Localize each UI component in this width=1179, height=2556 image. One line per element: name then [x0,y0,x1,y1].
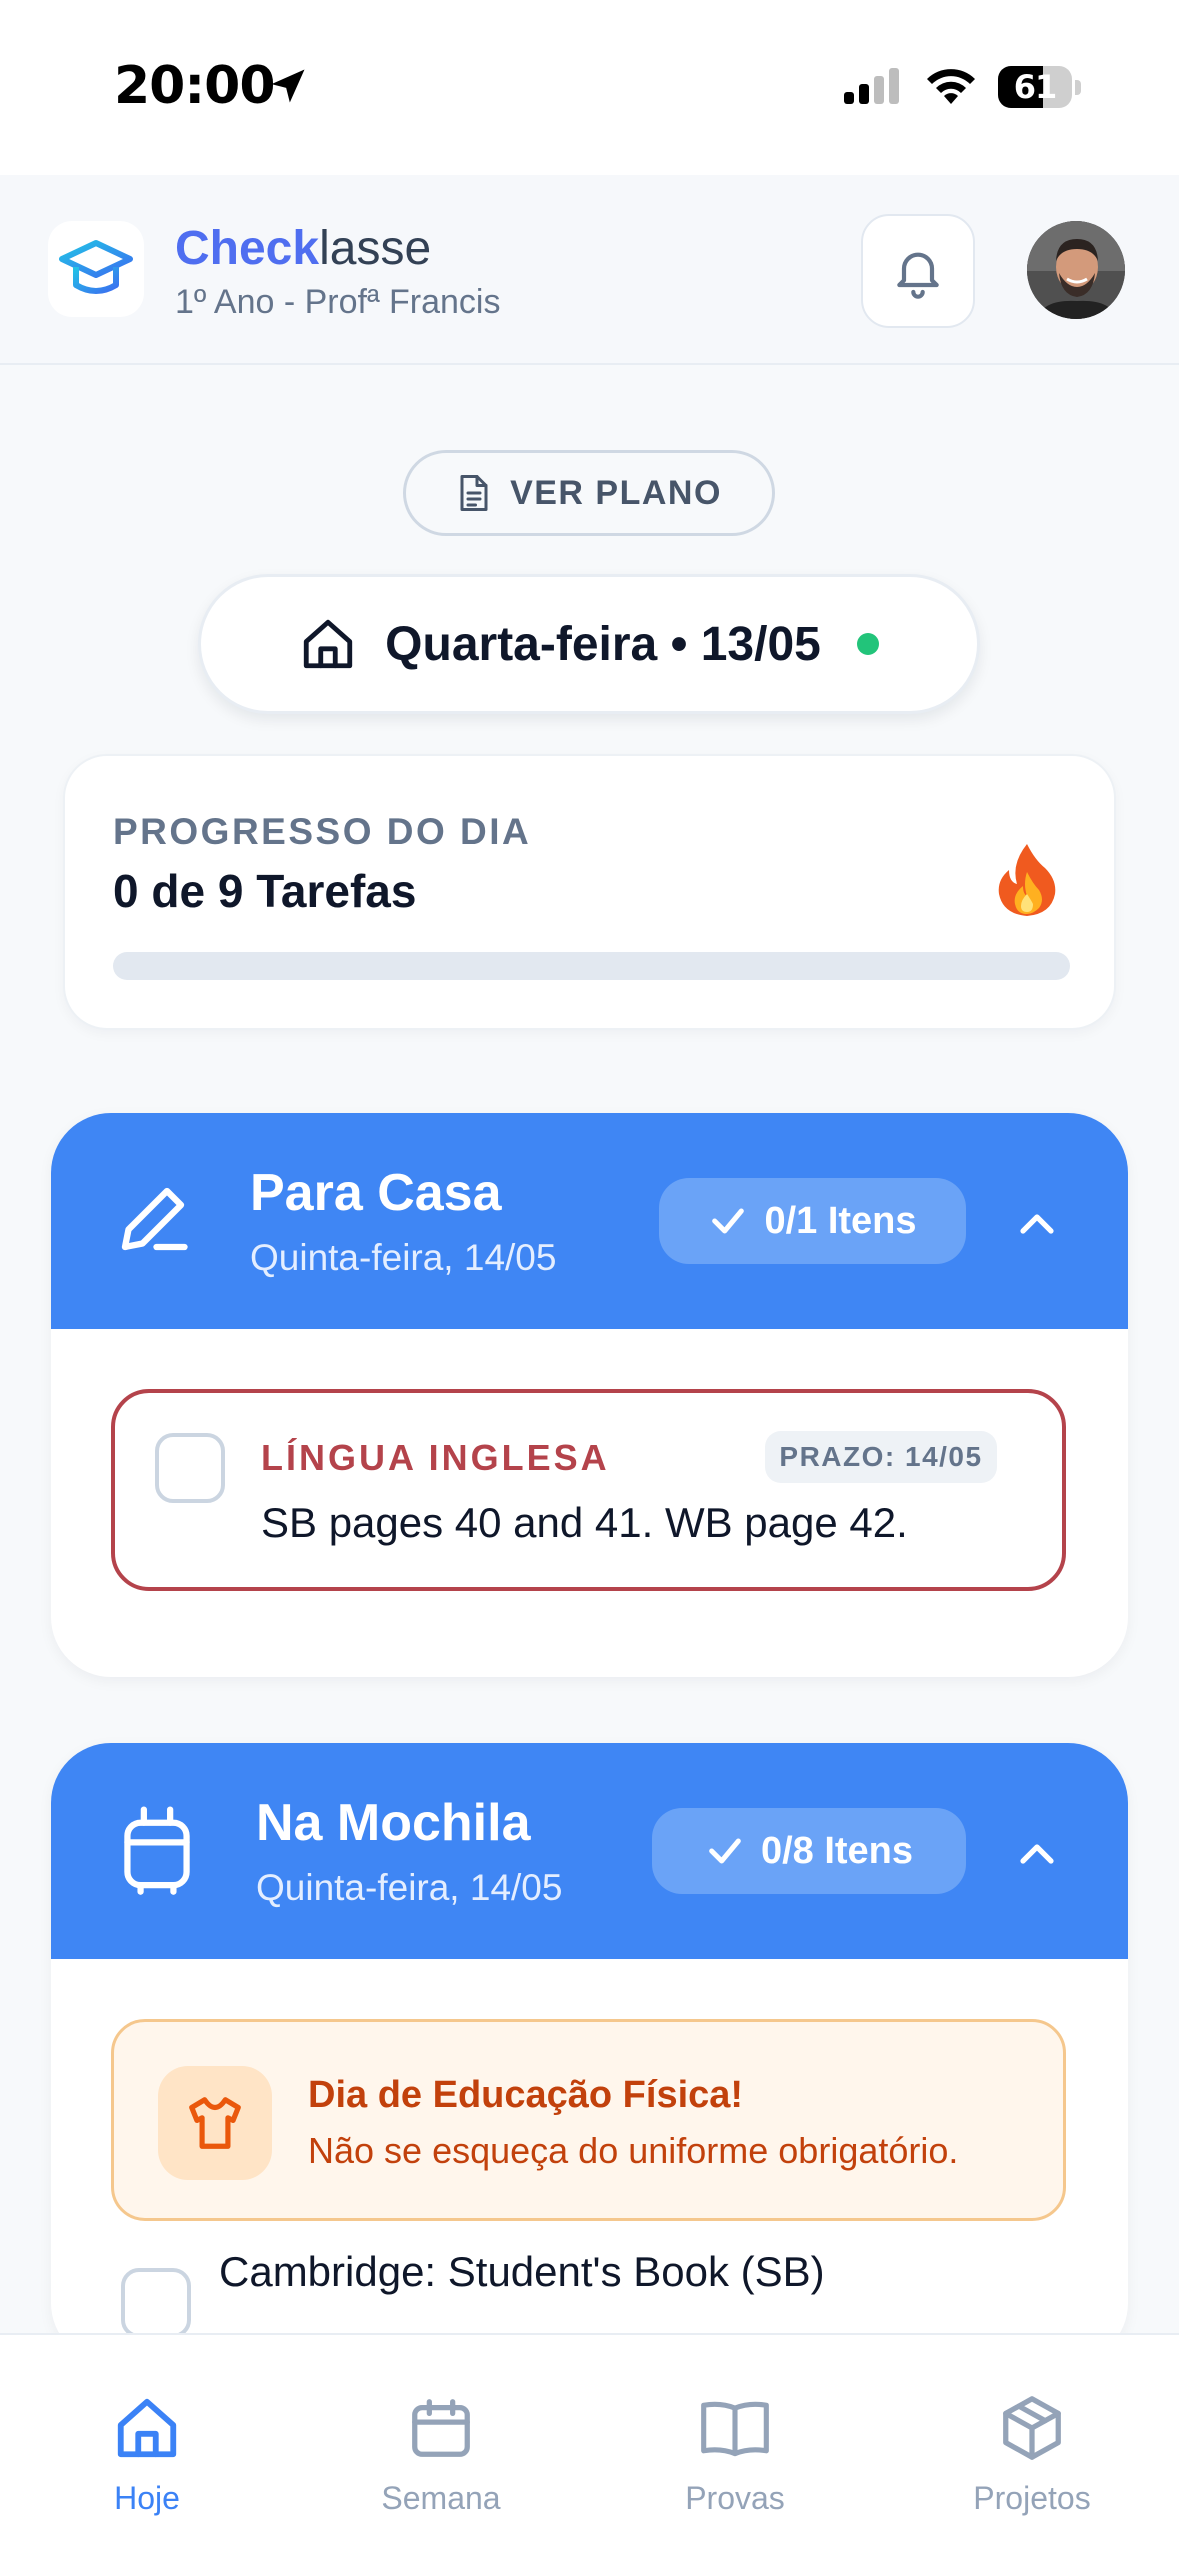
daily-progress-card: PROGRESSO DO DIA 0 de 9 Tarefas [63,754,1116,1030]
items-count-badge: 0/1 Itens [659,1178,966,1264]
nav-item-semana[interactable]: Semana [294,2335,588,2556]
app-brand: Checklasse [175,221,431,276]
item-checkbox[interactable] [121,2268,191,2338]
progress-label: PROGRESSO DO DIA [113,811,532,852]
home-icon [112,2388,182,2468]
bottom-nav: Hoje Semana Provas Projetos [0,2333,1179,2556]
status-time: 20:00 [114,56,276,116]
wifi-icon [924,64,978,111]
nav-item-projetos[interactable]: Projetos [885,2335,1179,2556]
section-subtitle: Quinta-feira, 14/05 [256,1867,563,1908]
task-subject: LÍNGUA INGLESA [261,1437,610,1478]
check-icon [709,1838,741,1864]
status-bar: 20:00 61 [0,0,1179,175]
nav-label: Provas [685,2480,785,2516]
section-subtitle: Quinta-feira, 14/05 [250,1237,557,1278]
section-title: Na Mochila [256,1794,531,1852]
task-due-badge: PRAZO: 14/05 [765,1431,997,1483]
user-avatar[interactable] [1027,221,1125,319]
document-icon [460,475,488,511]
class-subtitle: 1º Ano - Profª Francis [175,283,501,321]
fire-icon [995,842,1059,923]
pencil-icon [111,1177,195,1266]
nav-item-provas[interactable]: Provas [588,2335,882,2556]
home-icon [303,619,353,669]
section-header-para-casa[interactable]: Para Casa Quinta-feira, 14/05 0/1 Itens [51,1113,1128,1329]
bell-icon [897,252,939,299]
nav-label: Projetos [973,2480,1091,2516]
day-label: Quarta-feira • 13/05 [385,617,821,671]
items-count-label: 0/8 Itens [760,1829,914,1872]
battery-nub [1075,80,1081,95]
box-icon [997,2388,1067,2468]
shirt-icon [189,2097,241,2149]
section-title: Para Casa [250,1164,502,1222]
app-header: Checklasse 1º Ano - Profª Francis [0,175,1179,365]
items-count-label: 0/1 Itens [764,1199,917,1242]
task-text: SB pages 40 and 41. WB page 42. [261,1499,908,1546]
location-arrow-icon [266,64,310,113]
progress-bar [113,952,1070,980]
battery-level: 61 [1013,68,1058,106]
book-open-icon [698,2388,772,2468]
items-count-badge: 0/8 Itens [652,1808,966,1894]
day-selector[interactable]: Quarta-feira • 13/05 [198,574,980,714]
pe-icon-box [158,2066,272,2180]
backpack-icon [117,1803,197,1900]
chevron-up-icon[interactable] [1013,1201,1061,1254]
graduation-cap-icon [59,240,133,294]
task-item[interactable]: LÍNGUA INGLESA PRAZO: 14/05 SB pages 40 … [111,1389,1066,1591]
chevron-up-icon[interactable] [1013,1831,1061,1884]
section-header-na-mochila[interactable]: Na Mochila Quinta-feira, 14/05 0/8 Itens [51,1743,1128,1959]
status-dot [856,633,879,655]
app-logo [48,221,144,317]
section-na-mochila: Na Mochila Quinta-feira, 14/05 0/8 Itens… [51,1743,1128,2363]
nav-label: Semana [381,2480,501,2516]
progress-count: 0 de 9 Tarefas [113,865,417,917]
battery-indicator: 61 [998,66,1072,108]
nav-label: Hoje [114,2480,180,2516]
brand-part2: lasse [319,222,432,275]
view-plan-button[interactable]: VER PLANO [403,450,775,536]
check-icon [712,1208,745,1234]
task-checkbox[interactable] [155,1433,225,1503]
pe-day-alert: Dia de Educação Física! Não se esqueça d… [111,2019,1066,2221]
brand-part1: Check [175,222,320,275]
cellular-signal-icon [842,66,904,111]
pe-alert-text: Não se esqueça do uniforme obrigatório. [308,2130,959,2171]
calendar-icon [406,2388,476,2468]
section-para-casa: Para Casa Quinta-feira, 14/05 0/1 Itens … [51,1113,1128,1677]
backpack-item-text: Cambridge: Student's Book (SB) [219,2248,825,2295]
nav-item-hoje[interactable]: Hoje [0,2335,294,2556]
pe-alert-title: Dia de Educação Física! [308,2074,744,2116]
view-plan-label: VER PLANO [510,473,722,512]
notifications-button[interactable] [861,214,975,328]
